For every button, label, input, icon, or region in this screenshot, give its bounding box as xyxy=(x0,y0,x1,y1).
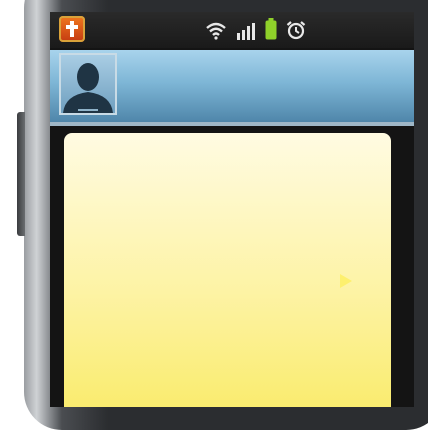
battery-icon xyxy=(265,18,277,40)
avatar[interactable] xyxy=(59,53,117,115)
wifi-icon xyxy=(206,22,226,40)
signal-bars-icon xyxy=(237,23,255,40)
book-cross-notification-icon[interactable] xyxy=(59,16,85,42)
status-icons xyxy=(205,18,306,40)
phone-screen xyxy=(50,12,414,407)
profile-silhouette-icon xyxy=(63,63,113,113)
message-note-card[interactable] xyxy=(64,133,391,407)
contact-header xyxy=(50,50,414,126)
volume-key[interactable] xyxy=(17,112,25,236)
status-bar xyxy=(50,12,414,48)
bubble-pointer xyxy=(340,274,352,288)
alarm-clock-icon xyxy=(286,21,306,40)
